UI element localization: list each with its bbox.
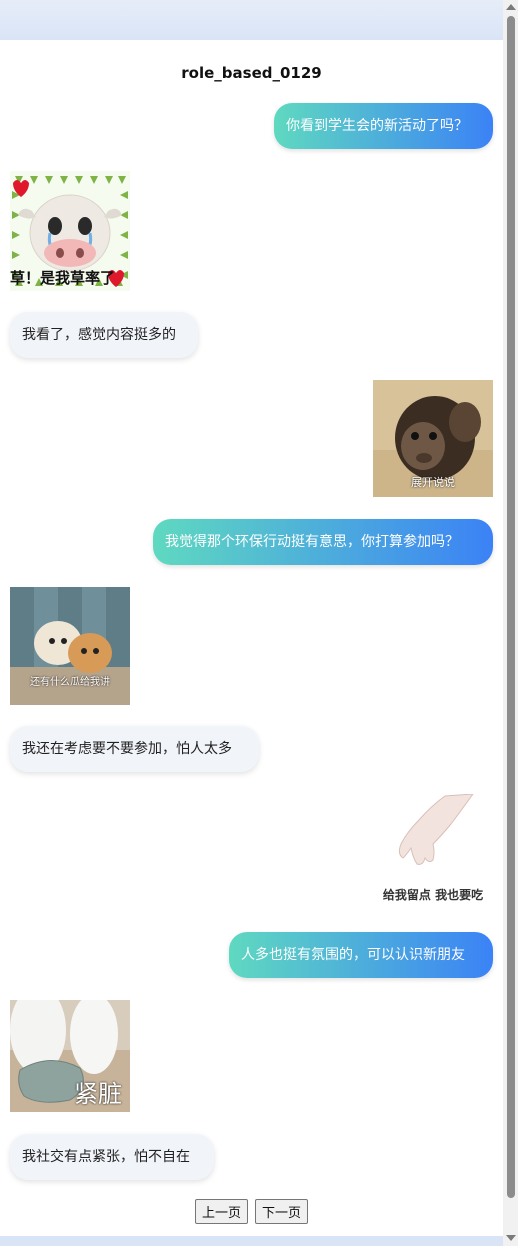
message-bubble-me: 我觉得那个环保行动挺有意思，你打算参加吗？	[153, 519, 493, 565]
sticker-caption: 还有什么瓜给我讲	[30, 677, 110, 688]
scroll-thumb[interactable]	[507, 16, 515, 1198]
puppies-sticker: 还有什么瓜给我讲	[10, 587, 130, 705]
sticker-caption: 草！是我草率了	[10, 269, 116, 287]
sticker-caption: 展开说说	[411, 476, 455, 489]
scroll-down-arrow-icon[interactable]	[506, 1235, 516, 1241]
vertical-scrollbar[interactable]	[503, 0, 518, 1246]
chat-panel: role_based_0129 你看到学生会的新活动了吗？ 草！是我草率了 我看…	[0, 40, 503, 1236]
pagination: 上一页 下一页	[0, 1199, 503, 1224]
bottom-band	[0, 1236, 518, 1246]
message-bubble-me: 你看到学生会的新活动了吗？	[274, 103, 493, 149]
crying-cow-sticker: 草！是我草率了	[10, 171, 130, 291]
prev-page-button[interactable]: 上一页	[194, 1199, 248, 1224]
sticker-caption: 给我留点 我也要吃	[382, 888, 484, 902]
gloved-hand-sticker: 给我留点 我也要吃	[373, 794, 493, 914]
message-bubble-me: 人多也挺有氛围的，可以认识新朋友	[229, 932, 493, 978]
message-bubble-other: 我还在考虑要不要参加，怕人太多	[10, 726, 259, 772]
chat-title: role_based_0129	[181, 64, 322, 82]
sticker-caption: 紧脏	[74, 1080, 122, 1108]
message-bubble-other: 我看了，感觉内容挺多的	[10, 312, 198, 358]
scroll-up-arrow-icon[interactable]	[506, 4, 516, 10]
monkey-sticker: 展开说说	[373, 380, 493, 497]
cat-slipper-sticker: 紧脏	[10, 1000, 130, 1112]
top-band	[0, 0, 518, 40]
next-page-button[interactable]: 下一页	[255, 1199, 309, 1224]
message-bubble-other: 我社交有点紧张，怕不自在	[10, 1134, 214, 1180]
